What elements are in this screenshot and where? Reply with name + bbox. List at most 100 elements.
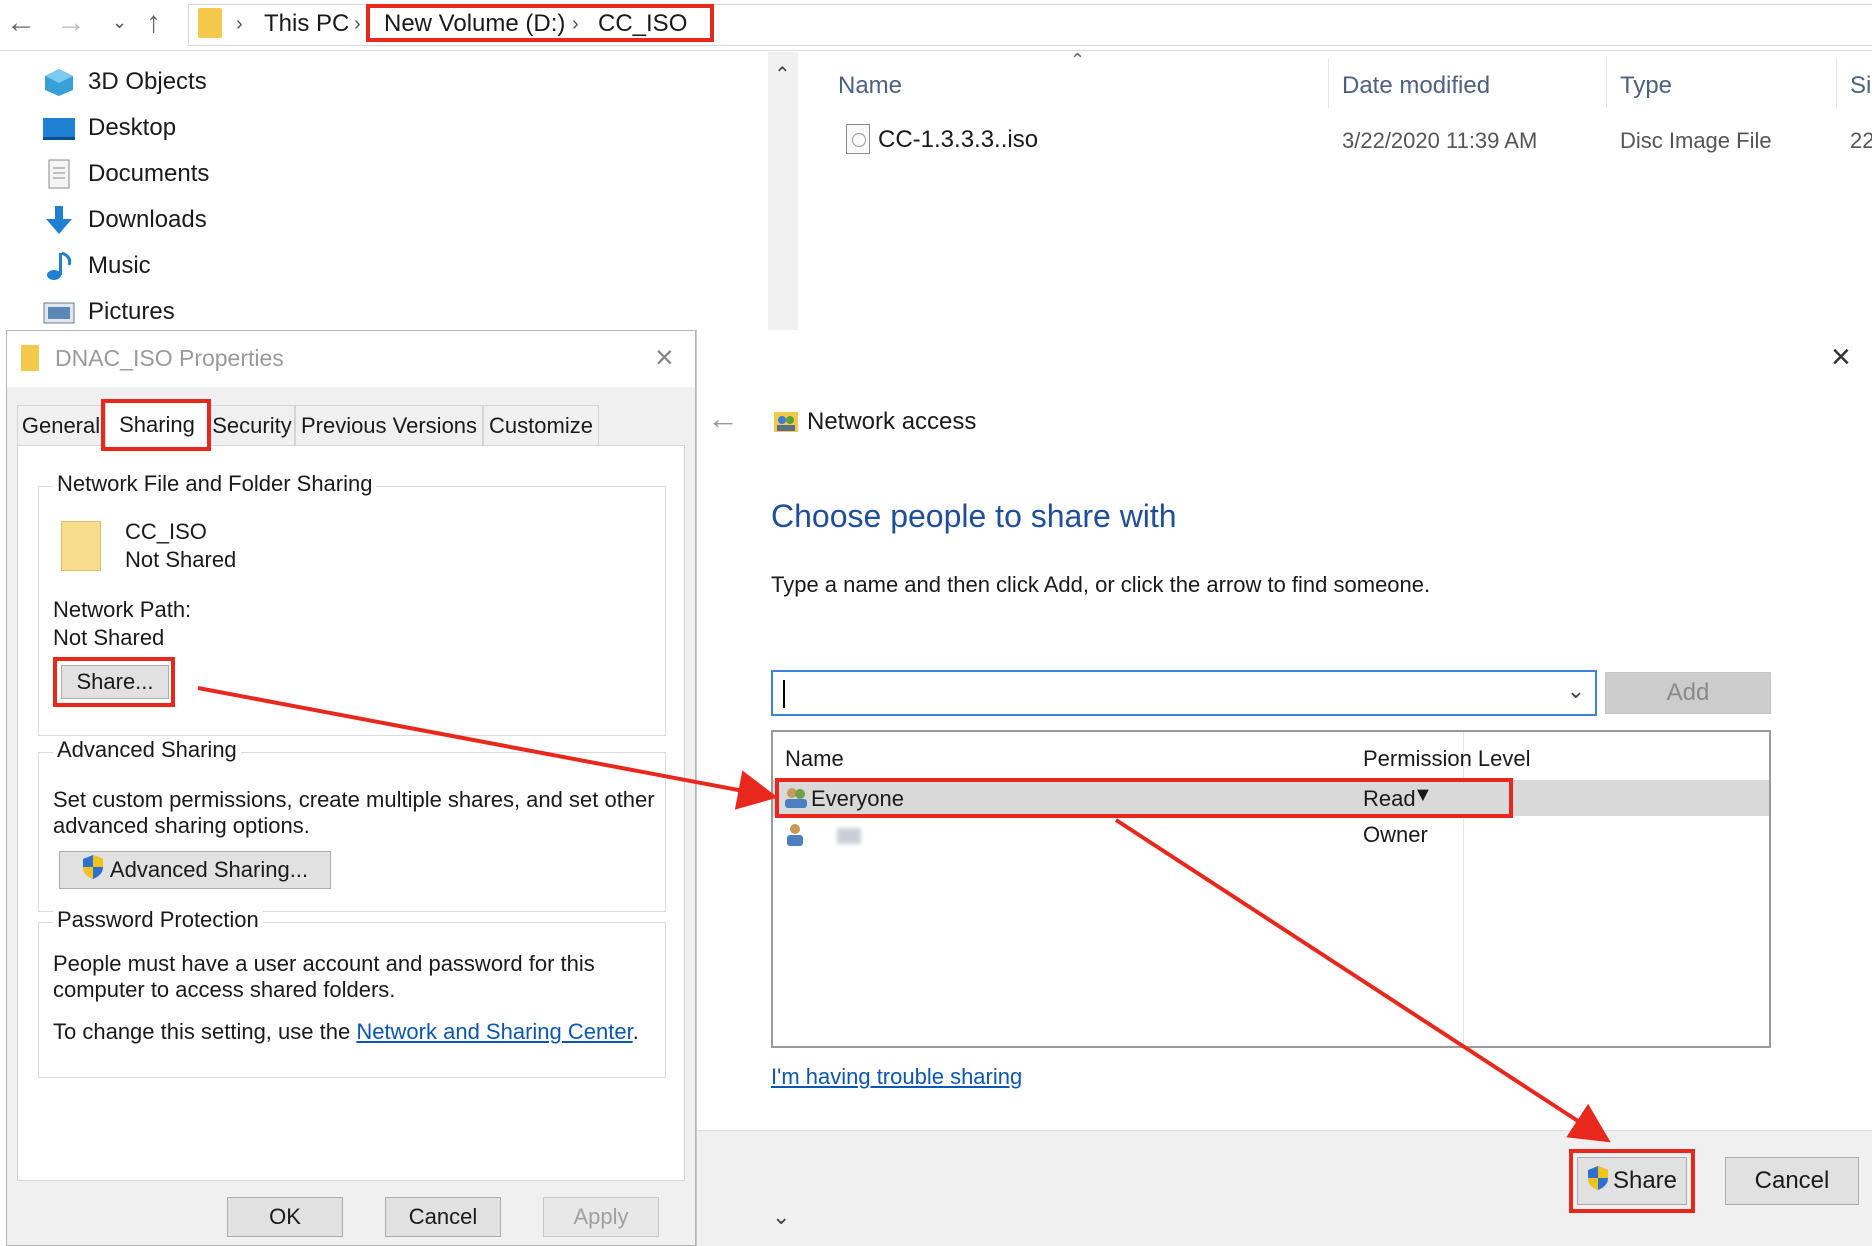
column-header-date[interactable]: Date modified [1342, 72, 1490, 100]
address-bar-area: ← → ⌄ ↑ › This PC › New Volume (D:) › CC… [0, 0, 1872, 51]
nav-item-downloads[interactable]: Downloads [42, 200, 207, 240]
nav-item-label: Documents [88, 160, 210, 187]
file-size: 22 [1850, 128, 1872, 153]
cancel-button[interactable]: Cancel [385, 1197, 501, 1237]
breadcrumb-this-pc[interactable]: This PC [264, 10, 349, 38]
user-name-combobox[interactable]: ⌄ [771, 670, 1597, 716]
nav-item-desktop[interactable]: Desktop [42, 108, 176, 148]
list-row-owner[interactable]: Owner [773, 818, 1769, 854]
folder-name: CC_ISO [125, 519, 207, 544]
advanced-sharing-button-label: Advanced Sharing... [109, 857, 309, 882]
advanced-sharing-button[interactable]: Advanced Sharing... [59, 851, 331, 889]
close-icon[interactable]: × [1831, 338, 1851, 377]
column-divider[interactable] [1836, 58, 1837, 108]
scroll-up-chevron-icon[interactable]: ⌃ [774, 62, 791, 87]
properties-title-bar: DNAC_ISO Properties × [7, 331, 695, 387]
apply-button[interactable]: Apply [543, 1197, 659, 1237]
blurred-user-name [837, 828, 861, 844]
share-permissions-list: Name Permission Level Everyone Read ▼ Ow… [771, 730, 1771, 1048]
recent-locations-chevron-icon[interactable]: ⌄ [112, 12, 127, 33]
disc-image-file-icon [846, 124, 870, 154]
network-sharing-group: Network File and Folder Sharing CC_ISO N… [38, 471, 666, 736]
group-label: Password Protection [53, 907, 263, 933]
share-button-highlight-box [53, 657, 175, 707]
network-path-label: Network Path: [53, 597, 192, 622]
nav-item-label: 3D Objects [88, 68, 207, 95]
user-icon [785, 822, 805, 848]
downloads-icon [42, 205, 76, 235]
advanced-description-line2: advanced sharing options. [53, 813, 310, 838]
tab-security[interactable]: Security [209, 405, 295, 445]
column-header-size[interactable]: Si [1850, 72, 1871, 100]
network-access-dialog: × ← Network access Choose people to shar… [696, 330, 1872, 1246]
group-label: Network File and Folder Sharing [53, 471, 377, 497]
properties-title: DNAC_ISO Properties [55, 345, 284, 371]
row-permission: Owner [1363, 822, 1428, 847]
change-setting-text: To change this setting, use the Network … [53, 1019, 639, 1045]
properties-dialog: DNAC_ISO Properties × General Sharing Se… [6, 330, 696, 1246]
password-description-line1: People must have a user account and pass… [53, 951, 595, 976]
advanced-sharing-group: Advanced Sharing Set custom permissions,… [38, 737, 666, 912]
share-button-highlight-box [1569, 1149, 1695, 1213]
tab-customize[interactable]: Customize [483, 405, 599, 445]
chevron-down-icon[interactable]: ⌄ [1567, 678, 1585, 704]
back-arrow-icon[interactable]: ← [707, 400, 739, 437]
close-icon[interactable]: × [655, 339, 674, 376]
navigation-pane: 3D Objects Desktop Documents Downloads M… [0, 52, 770, 332]
file-type: Disc Image File [1620, 128, 1772, 153]
column-header-name[interactable]: Name [838, 72, 902, 100]
network-users-icon [773, 408, 799, 434]
password-description-line2: computer to access shared folders. [53, 977, 396, 1002]
dialog-instruction: Type a name and then click Add, or click… [771, 572, 1431, 597]
folder-icon [198, 8, 222, 38]
change-setting-suffix: . [632, 1019, 639, 1044]
dialog-title: Network access [807, 408, 977, 435]
column-divider[interactable] [1606, 58, 1607, 108]
file-date: 3/22/2020 11:39 AM [1342, 128, 1538, 153]
folder-share-status: Not Shared [125, 547, 237, 572]
tab-previous-versions[interactable]: Previous Versions [295, 405, 483, 445]
shared-folder-icon [61, 521, 101, 571]
nav-item-music[interactable]: Music [42, 246, 151, 286]
dialog-footer: Share Cancel [697, 1130, 1872, 1246]
sort-ascending-chevron-icon: ⌃ [1070, 50, 1086, 70]
network-path-value: Not Shared [53, 625, 165, 650]
documents-icon [42, 159, 76, 189]
breadcrumb-highlight-box [366, 4, 714, 42]
scroll-down-chevron-icon[interactable]: ⌄ [772, 1204, 790, 1230]
advanced-description-line1: Set custom permissions, create multiple … [53, 787, 655, 812]
forward-arrow-icon[interactable]: → [56, 6, 86, 40]
nav-item-label: Downloads [88, 206, 207, 233]
network-sharing-center-link[interactable]: Network and Sharing Center [356, 1019, 632, 1044]
nav-item-documents[interactable]: Documents [42, 154, 209, 194]
nav-item-3d-objects[interactable]: 3D Objects [42, 62, 207, 102]
pictures-icon [42, 297, 76, 327]
back-arrow-icon[interactable]: ← [6, 6, 36, 40]
text-caret [783, 680, 785, 708]
password-protection-group: Password Protection People must have a u… [38, 907, 666, 1078]
change-setting-prefix: To change this setting, use the [53, 1019, 357, 1044]
nav-item-label: Desktop [88, 114, 177, 141]
sharing-tab-panel: Network File and Folder Sharing CC_ISO N… [17, 445, 685, 1181]
breadcrumb-separator-icon: › [236, 13, 243, 35]
list-header-name[interactable]: Name [785, 746, 844, 772]
tab-general[interactable]: General [17, 405, 105, 445]
cancel-button[interactable]: Cancel [1725, 1157, 1859, 1205]
column-divider[interactable] [1328, 58, 1329, 108]
file-row[interactable]: CC-1.3.3.3..iso 3/22/2020 11:39 AM Disc … [838, 118, 1872, 162]
sharing-tab-highlight-box [101, 399, 211, 451]
nav-item-pictures[interactable]: Pictures [42, 292, 175, 332]
nav-item-label: Pictures [88, 298, 175, 325]
trouble-sharing-link[interactable]: I'm having trouble sharing [771, 1064, 1022, 1090]
up-arrow-icon[interactable]: ↑ [146, 6, 161, 40]
dialog-heading: Choose people to share with [771, 498, 1177, 534]
group-label: Advanced Sharing [53, 737, 241, 763]
list-header-permission[interactable]: Permission Level [1363, 746, 1531, 772]
file-name: CC-1.3.3.3..iso [878, 126, 1039, 153]
add-button[interactable]: Add [1605, 672, 1771, 714]
3d-objects-icon [42, 67, 76, 97]
ok-button[interactable]: OK [227, 1197, 343, 1237]
nav-pane-scrollbar[interactable]: ⌃ [768, 52, 798, 332]
desktop-icon [42, 113, 76, 143]
column-header-type[interactable]: Type [1620, 72, 1672, 100]
